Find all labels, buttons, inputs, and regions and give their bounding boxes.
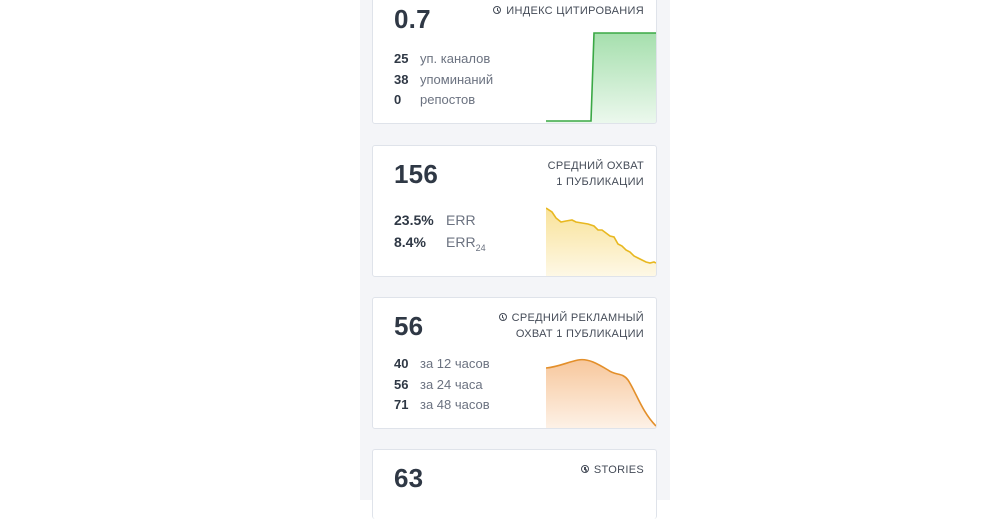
stat-number: 23.5% xyxy=(394,212,434,228)
sparkline-area xyxy=(546,33,656,123)
average-ad-reach-value: 56 xyxy=(394,311,424,341)
stat-number: 40 xyxy=(394,356,409,371)
info-icon[interactable] xyxy=(493,6,502,14)
stat-number: 38 xyxy=(394,71,409,87)
stat-number: 56 xyxy=(394,376,409,392)
stat-number: 8.4% xyxy=(394,234,426,250)
stories-value: 63 xyxy=(394,463,424,493)
card-title-line: ОХВАТ 1 ПУБЛИКАЦИИ xyxy=(515,328,644,340)
card-title-line: STORIES xyxy=(593,464,644,476)
citation-sparkline xyxy=(546,32,656,123)
stat-row: 71 за 48 часов xyxy=(394,395,490,416)
reach-sparkline xyxy=(546,207,656,276)
stat-row: 0 репостов xyxy=(394,90,493,111)
stat-row: 38 упоминаний xyxy=(394,70,493,91)
stat-label: уп. каналов xyxy=(420,51,491,66)
stat-row: 23.5% ERR xyxy=(394,210,486,232)
average-ad-reach-card: 56 СРЕДНИЙ РЕКЛАМНЫЙ ОХВАТ 1 ПУБЛИКАЦИИ … xyxy=(372,297,657,429)
stat-number: 0 xyxy=(394,92,402,107)
citation-index-title[interactable]: ИНДЕКС ЦИТИРОВАНИЯ xyxy=(493,3,644,19)
stat-label: за 48 часов xyxy=(420,397,490,412)
citation-index-value: 0.7 xyxy=(394,4,431,34)
citation-index-card: 0.7 ИНДЕКС ЦИТИРОВАНИЯ 25 уп. каналов 38 у… xyxy=(372,0,657,124)
stat-label: за 12 часов xyxy=(420,356,490,371)
card-title-line: 1 ПУБЛИКАЦИИ xyxy=(556,176,644,188)
info-icon[interactable] xyxy=(580,465,589,473)
card-title-line: ИНДЕКС ЦИТИРОВАНИЯ xyxy=(506,5,644,17)
stories-card: 63 STORIES xyxy=(372,449,657,519)
stat-number: 25 xyxy=(394,51,409,66)
average-reach-title: СРЕДНИЙ ОХВАТ 1 ПУБЛИКАЦИИ xyxy=(548,158,644,190)
stat-row: 8.4% ERR24 xyxy=(394,232,486,254)
average-reach-card: 156 СРЕДНИЙ ОХВАТ 1 ПУБЛИКАЦИИ 23.5% ERR … xyxy=(372,145,657,277)
ad-reach-stats: 40 за 12 часов 56 за 24 часа 71 за 48 часов xyxy=(394,354,490,416)
stat-row: 25 уп. каналов xyxy=(394,49,493,70)
ad-reach-sparkline xyxy=(546,358,656,428)
sparkline-area xyxy=(546,208,656,276)
stat-label: ERR xyxy=(446,212,476,228)
sparkline-area xyxy=(546,359,656,428)
stories-title[interactable]: STORIES xyxy=(580,462,644,478)
average-reach-value: 156 xyxy=(394,159,438,189)
stat-row: 56 за 24 часа xyxy=(394,375,490,396)
average-ad-reach-title[interactable]: СРЕДНИЙ РЕКЛАМНЫЙ ОХВАТ 1 ПУБЛИКАЦИИ xyxy=(498,310,644,342)
card-title-line: СРЕДНИЙ РЕКЛАМНЫЙ xyxy=(498,310,644,326)
stat-label: упоминаний xyxy=(420,71,494,87)
card-title-line: СРЕДНИЙ ОХВАТ xyxy=(547,160,644,172)
stat-row: 40 за 12 часов xyxy=(394,354,490,375)
info-icon[interactable] xyxy=(498,313,507,321)
stat-label: ERR24 xyxy=(446,234,486,253)
reach-stats: 23.5% ERR 8.4% ERR24 xyxy=(394,210,486,254)
stat-label: репостов xyxy=(420,92,476,107)
citation-stats: 25 уп. каналов 38 упоминаний 0 репостов xyxy=(394,49,493,111)
stat-number: 71 xyxy=(394,397,409,412)
stat-label: за 24 часа xyxy=(420,376,483,392)
